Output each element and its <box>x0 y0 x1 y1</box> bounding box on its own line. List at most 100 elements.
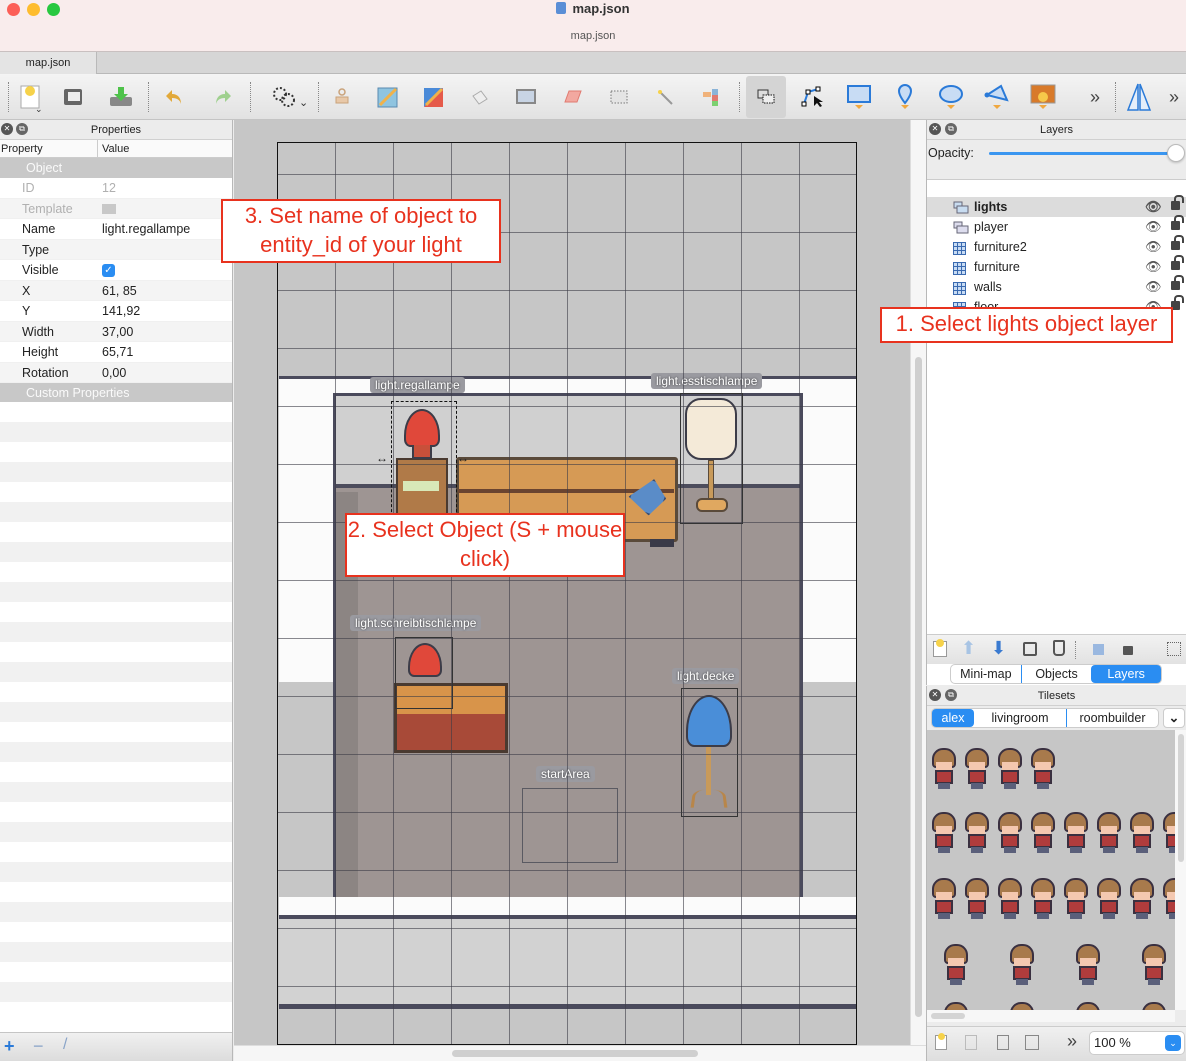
layer-item-lights[interactable]: lights 👁 <box>927 195 1186 217</box>
layer-properties-button[interactable] <box>1093 644 1104 655</box>
tileset-tile[interactable] <box>997 812 1023 856</box>
select-objects-button[interactable] <box>746 76 786 118</box>
canvas-vertical-scrollbar[interactable] <box>910 120 926 1045</box>
scrollbar-thumb[interactable] <box>915 357 922 1017</box>
tileset-tile[interactable] <box>997 878 1023 922</box>
embed-tileset-button[interactable] <box>965 1035 977 1050</box>
tab-layers[interactable]: Layers <box>1091 665 1162 683</box>
rotation-value[interactable]: 0,00 <box>102 363 126 384</box>
tileset-tab-alex[interactable]: alex <box>932 709 974 727</box>
tileset-tile[interactable] <box>1129 878 1155 922</box>
save-button[interactable] <box>104 80 138 114</box>
property-row-type[interactable]: Type <box>0 239 232 260</box>
tileset-vertical-scrollbar[interactable] <box>1175 730 1186 1010</box>
scrollbar-thumb[interactable] <box>452 1050 698 1057</box>
rename-property-button[interactable]: / <box>63 1036 67 1054</box>
property-row-x[interactable]: X 61, 85 <box>0 280 232 302</box>
height-value[interactable]: 65,71 <box>102 342 133 363</box>
x-value[interactable]: 61, 85 <box>102 281 137 302</box>
map-area[interactable]: ↔ ↔ light.regallampe light.esstischlampe… <box>277 142 857 1045</box>
eye-icon[interactable]: 👁 <box>1145 217 1162 237</box>
tileset-tile[interactable] <box>931 878 957 922</box>
more-button[interactable]: » <box>1067 1031 1077 1052</box>
magic-wand-button[interactable] <box>648 80 682 114</box>
insert-ellipse-button[interactable] <box>934 80 968 114</box>
section-object[interactable]: Object <box>0 158 232 178</box>
tileset-tile[interactable] <box>1063 878 1089 922</box>
unlock-icon[interactable] <box>1171 235 1184 250</box>
float-panel-icon[interactable]: ⧉ <box>945 689 957 701</box>
unlock-icon[interactable] <box>1171 215 1184 230</box>
tileset-tab-roombuilder[interactable]: roombuilder <box>1066 709 1158 727</box>
edit-tileset-button[interactable] <box>1025 1035 1039 1050</box>
object-label[interactable]: startArea <box>536 766 595 782</box>
canvas-horizontal-scrollbar[interactable] <box>234 1045 926 1061</box>
close-panel-icon[interactable]: ✕ <box>929 123 941 135</box>
tileset-tile[interactable] <box>931 812 957 856</box>
tileset-tile[interactable] <box>1129 812 1155 856</box>
width-value[interactable]: 37,00 <box>102 322 133 343</box>
insert-polygon-button[interactable] <box>980 80 1014 114</box>
tileset-tile[interactable] <box>1075 944 1101 988</box>
property-row-template[interactable]: Template <box>0 198 232 219</box>
scrollbar-thumb[interactable] <box>1178 734 1184 862</box>
property-row-id[interactable]: ID 12 <box>0 178 232 199</box>
tileset-menu-button[interactable]: ⌄ <box>1163 708 1185 728</box>
start-area-box[interactable] <box>522 788 618 863</box>
document-tab[interactable]: map.json <box>0 52 97 74</box>
raise-layer-button[interactable]: ⬆ <box>961 638 976 659</box>
float-panel-icon[interactable]: ⧉ <box>16 123 28 135</box>
layer-item-walls[interactable]: walls 👁 <box>927 275 1186 297</box>
tileset-tile[interactable] <box>1096 878 1122 922</box>
new-tileset-button[interactable] <box>935 1033 947 1050</box>
scrollbar-thumb[interactable] <box>931 1013 965 1019</box>
layer-item-player[interactable]: player 👁 <box>927 215 1186 237</box>
unlock-icon[interactable] <box>1171 255 1184 270</box>
visible-checkbox[interactable]: ✓ <box>102 264 115 277</box>
tileset-tile[interactable] <box>1030 748 1056 792</box>
resize-handle-right[interactable]: ↔ <box>457 451 469 465</box>
select-same-tile-button[interactable] <box>694 80 728 114</box>
more-actions-button[interactable]: » <box>1162 80 1186 114</box>
tileset-tile[interactable] <box>1162 812 1175 856</box>
tileset-tile[interactable] <box>1141 944 1167 988</box>
eye-icon[interactable]: 👁 <box>1145 257 1162 277</box>
tileset-tile[interactable] <box>1009 944 1035 988</box>
remove-property-button[interactable]: − <box>33 1036 44 1057</box>
tileset-tile[interactable] <box>1009 1002 1035 1010</box>
duplicate-layer-button[interactable] <box>1023 642 1037 656</box>
name-value[interactable]: light.regallampe <box>102 219 190 240</box>
tileset-tile[interactable] <box>943 1002 969 1010</box>
wang-brush-button[interactable] <box>417 80 451 114</box>
property-row-height[interactable]: Height 65,71 <box>0 342 232 363</box>
layer-item-furniture[interactable]: furniture 👁 <box>927 255 1186 277</box>
flip-button[interactable] <box>1122 80 1156 114</box>
tileset-tile[interactable] <box>1096 812 1122 856</box>
tileset-tile[interactable] <box>997 748 1023 792</box>
insert-tile-button[interactable] <box>1026 80 1060 114</box>
y-value[interactable]: 141,92 <box>102 301 140 322</box>
lock-layer-button[interactable] <box>1123 646 1133 655</box>
tileset-tile[interactable] <box>1141 1002 1167 1010</box>
tileset-tile[interactable] <box>943 944 969 988</box>
undo-button[interactable] <box>158 80 192 114</box>
section-custom-properties[interactable]: Custom Properties <box>0 383 232 403</box>
bucket-fill-button[interactable] <box>463 80 497 114</box>
selected-object-outline[interactable] <box>391 401 457 517</box>
tileset-tile[interactable] <box>931 748 957 792</box>
eye-icon[interactable]: 👁 <box>1145 197 1162 217</box>
highlight-layer-button[interactable] <box>1167 642 1181 656</box>
insert-point-button[interactable] <box>888 80 922 114</box>
add-property-button[interactable]: + <box>4 1036 15 1057</box>
redo-button[interactable] <box>205 80 239 114</box>
tileset-tile[interactable] <box>1030 878 1056 922</box>
zoom-select[interactable]: 100 % ⌄ <box>1089 1031 1185 1055</box>
close-panel-icon[interactable]: ✕ <box>929 689 941 701</box>
property-row-name[interactable]: Name light.regallampe <box>0 219 232 240</box>
tileset-horizontal-scrollbar[interactable] <box>927 1010 1175 1022</box>
shape-fill-button[interactable] <box>509 80 543 114</box>
tileset-tile[interactable] <box>1075 1002 1101 1010</box>
commands-button[interactable]: ⌄ <box>268 80 312 114</box>
more-tools-button[interactable]: » <box>1080 80 1110 114</box>
opacity-slider-track[interactable] <box>989 152 1173 155</box>
